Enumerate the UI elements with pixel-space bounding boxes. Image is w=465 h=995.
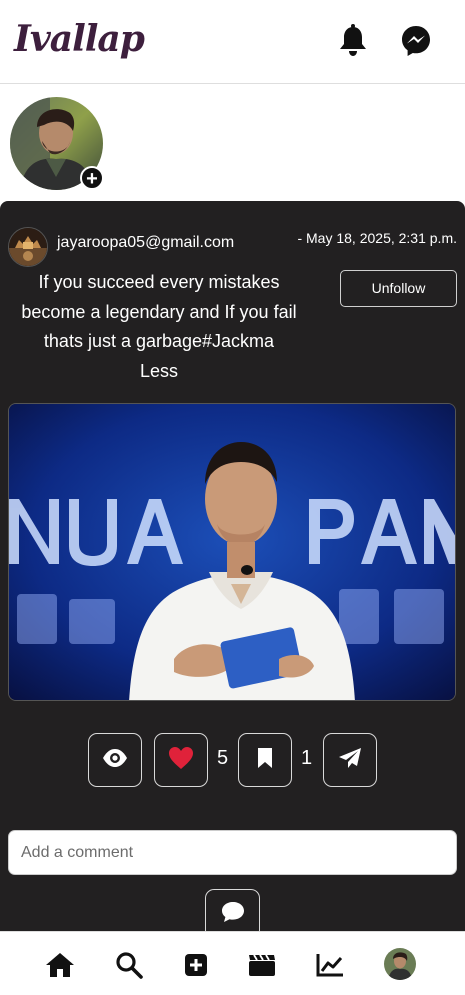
post-actions: 5 1 [0, 733, 465, 789]
home-icon[interactable] [45, 950, 75, 980]
post-timestamp: - May 18, 2025, 2:31 p.m. [297, 230, 457, 246]
add-story-plus-icon[interactable]: + [80, 166, 104, 190]
top-header: Ivallap [0, 0, 465, 84]
save-count: 1 [301, 747, 313, 769]
comment-submit-button[interactable] [205, 889, 260, 931]
save-button[interactable] [238, 733, 292, 787]
add-post-icon[interactable] [181, 950, 211, 980]
caption-line: If you succeed every mistakes [38, 272, 280, 292]
caption-line: become a legendary and If you fail [21, 301, 297, 322]
search-icon[interactable] [114, 950, 144, 980]
bookmark-icon [257, 747, 273, 774]
app-logo[interactable]: Ivallap [14, 18, 145, 60]
post-caption: If you succeed every mistakes become a l… [6, 268, 312, 386]
comment-input[interactable] [8, 830, 457, 875]
caption-less-toggle[interactable]: Less [6, 357, 312, 387]
unfollow-button[interactable]: Unfollow [340, 270, 457, 307]
post-username[interactable]: jayaroopa05@gmail.com [57, 234, 234, 252]
post-card: jayaroopa05@gmail.com - May 18, 2025, 2:… [0, 201, 465, 931]
stories-bar: + [0, 84, 465, 200]
post-author-avatar[interactable] [8, 227, 48, 267]
reels-icon[interactable] [247, 950, 277, 980]
caption-line: thats just a garbage#Jackma [43, 331, 275, 351]
chart-icon[interactable] [315, 950, 345, 980]
bell-icon[interactable] [337, 24, 369, 58]
share-button[interactable] [323, 733, 377, 787]
messenger-icon[interactable] [400, 24, 432, 58]
heart-icon [168, 746, 194, 775]
profile-avatar[interactable] [384, 948, 416, 980]
send-icon [338, 747, 362, 774]
view-button[interactable] [88, 733, 142, 787]
eye-icon [102, 748, 128, 773]
like-count: 5 [217, 747, 229, 769]
post-image[interactable] [8, 403, 456, 701]
comment-icon [221, 901, 245, 928]
like-button[interactable] [154, 733, 208, 787]
bottom-nav [0, 931, 465, 995]
